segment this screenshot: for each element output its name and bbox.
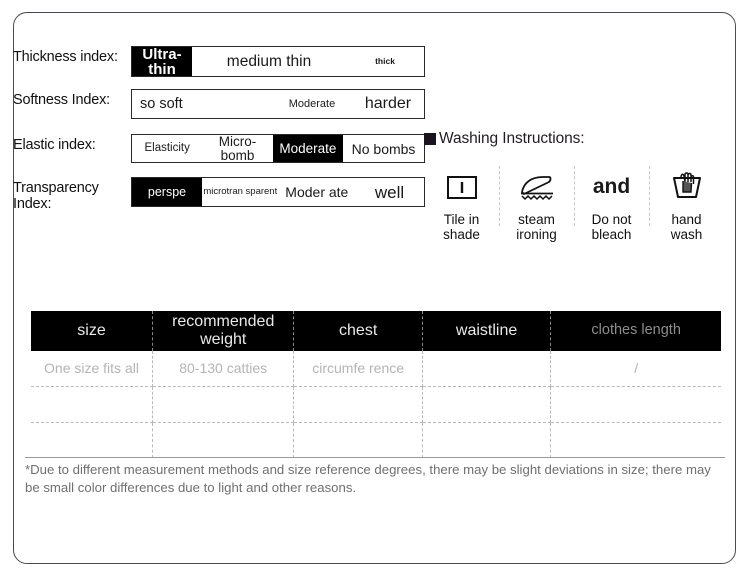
size-table-cell bbox=[152, 422, 295, 458]
washing-item-steam-ironing: steam ironing bbox=[499, 164, 574, 242]
size-table-header-size: size bbox=[31, 311, 153, 351]
index-row-thickness: Thickness index: Ultra- thin medium thin… bbox=[13, 46, 425, 77]
index-segment-elastic-elasticity[interactable]: Elasticity bbox=[132, 135, 202, 162]
index-segment-label: perspe bbox=[147, 184, 187, 199]
size-table: size recommended weight chest waistline … bbox=[31, 311, 721, 458]
index-segment-label: so soft bbox=[140, 95, 183, 112]
index-segment-transparency-microtransparent[interactable]: microtran sparent bbox=[202, 178, 279, 206]
washing-item-do-not-bleach: and Do not bleach bbox=[574, 164, 649, 242]
size-table-cell bbox=[31, 422, 153, 458]
steam-iron-icon bbox=[501, 164, 572, 210]
measurement-disclaimer-note: *Due to different measurement methods an… bbox=[25, 462, 711, 495]
size-table-cell: circumfe rence bbox=[293, 351, 423, 387]
index-bar-elastic[interactable]: Elasticity Micro- bomb Moderate No bombs bbox=[131, 134, 425, 163]
index-bar-thickness[interactable]: Ultra- thin medium thin thick bbox=[131, 46, 425, 77]
washing-instructions-section: Washing Instructions: Tile in shade stea… bbox=[424, 130, 724, 242]
hand-wash-icon bbox=[651, 164, 722, 210]
index-label-elastic: Elastic index: bbox=[13, 137, 96, 153]
index-bar-transparency[interactable]: perspe microtran sparent Moder ate well bbox=[131, 177, 425, 207]
index-segment-label: Elasticity bbox=[144, 141, 190, 154]
table-row bbox=[31, 422, 721, 459]
index-segment-label: Ultra- thin bbox=[142, 45, 182, 78]
index-segment-elastic-no-bombs[interactable]: No bombs bbox=[343, 135, 424, 162]
index-row-elastic: Elastic index: Elasticity Micro- bomb Mo… bbox=[13, 134, 425, 163]
index-segment-transparency-moderate[interactable]: Moder ate bbox=[279, 178, 356, 206]
size-table-cell bbox=[152, 386, 295, 423]
index-label-thickness: Thickness index: bbox=[13, 49, 118, 65]
size-table-cell bbox=[422, 386, 552, 423]
index-segment-label: microtran sparent bbox=[203, 186, 278, 198]
size-table-header-waistline: waistline bbox=[422, 311, 552, 351]
index-segment-thickness-medium-thin[interactable]: medium thin bbox=[192, 47, 346, 76]
index-segment-label: thick bbox=[375, 56, 395, 67]
washing-icon-list: Tile in shade steam ironing and Do not b… bbox=[424, 164, 724, 242]
size-table-cell bbox=[422, 351, 552, 387]
index-segment-transparency-perspective[interactable]: perspe bbox=[132, 178, 202, 206]
size-table-cell bbox=[422, 422, 552, 458]
washing-item-caption: Do not bleach bbox=[591, 212, 632, 243]
size-table-header-recommended-weight: recommended weight bbox=[152, 311, 295, 351]
index-segment-elastic-micro-bomb[interactable]: Micro- bomb bbox=[202, 135, 272, 162]
do-not-bleach-icon: and bbox=[592, 175, 631, 198]
washing-instructions-title: Washing Instructions: bbox=[424, 130, 724, 148]
index-segment-softness-moderate[interactable]: Moderate bbox=[272, 90, 352, 118]
index-segment-label: No bombs bbox=[351, 140, 416, 157]
size-table-header-clothes-length: clothes length bbox=[550, 311, 721, 351]
index-bar-softness[interactable]: so soft Moderate harder bbox=[131, 89, 425, 119]
index-segment-softness-blank[interactable] bbox=[204, 90, 272, 118]
size-table-header-row: size recommended weight chest waistline … bbox=[31, 311, 721, 351]
index-segment-label: harder bbox=[364, 95, 412, 112]
index-bars-section: Thickness index: Ultra- thin medium thin… bbox=[13, 46, 425, 212]
index-segment-thickness-ultra-thin[interactable]: Ultra- thin bbox=[132, 45, 192, 78]
size-table-cell bbox=[293, 386, 423, 423]
size-table-cell bbox=[550, 386, 721, 423]
index-segment-label: medium thin bbox=[226, 52, 312, 70]
table-row bbox=[31, 386, 721, 423]
index-label-transparency: Transparency Index: bbox=[13, 180, 99, 213]
washing-item-hand-wash: hand wash bbox=[649, 164, 724, 242]
washing-instructions-title-text: Washing Instructions: bbox=[439, 130, 585, 147]
size-table-header-chest: chest bbox=[293, 311, 423, 351]
size-table-cell bbox=[293, 422, 423, 458]
index-label-softness: Softness Index: bbox=[13, 92, 110, 108]
bullet-square-icon bbox=[424, 133, 436, 145]
size-table-cell: / bbox=[550, 351, 721, 387]
index-segment-label: Micro- bomb bbox=[218, 134, 257, 163]
index-segment-softness-so-soft[interactable]: so soft bbox=[132, 90, 204, 118]
size-table-cell: One size fits all bbox=[31, 351, 153, 387]
index-segment-label: Moderate bbox=[288, 97, 336, 110]
table-row: One size fits all 80-130 catties circumf… bbox=[31, 351, 721, 387]
index-segment-thickness-thick[interactable]: thick bbox=[346, 47, 424, 76]
washing-item-caption: hand wash bbox=[670, 212, 703, 243]
index-segment-softness-harder[interactable]: harder bbox=[352, 90, 424, 118]
index-segment-elastic-moderate[interactable]: Moderate bbox=[272, 135, 344, 162]
index-segment-transparency-well[interactable]: well bbox=[355, 178, 424, 206]
index-segment-label: Moder ate bbox=[285, 183, 349, 200]
drip-dry-in-shade-icon bbox=[426, 164, 497, 210]
size-table-cell: 80-130 catties bbox=[152, 351, 295, 387]
index-segment-label: Moderate bbox=[279, 140, 337, 156]
size-table-wrapper: size recommended weight chest waistline … bbox=[31, 311, 721, 458]
index-row-softness: Softness Index: so soft Moderate harder bbox=[13, 89, 425, 119]
washing-item-caption: Tile in shade bbox=[443, 212, 480, 243]
washing-item-caption: steam ironing bbox=[516, 212, 557, 243]
index-segment-label: well bbox=[374, 182, 405, 202]
size-table-cell bbox=[31, 386, 153, 423]
size-table-cell bbox=[551, 423, 721, 459]
washing-item-drip-dry-in-shade: Tile in shade bbox=[424, 164, 499, 242]
table-bottom-divider bbox=[25, 457, 725, 458]
index-row-transparency: Transparency Index: perspe microtran spa… bbox=[13, 177, 425, 212]
